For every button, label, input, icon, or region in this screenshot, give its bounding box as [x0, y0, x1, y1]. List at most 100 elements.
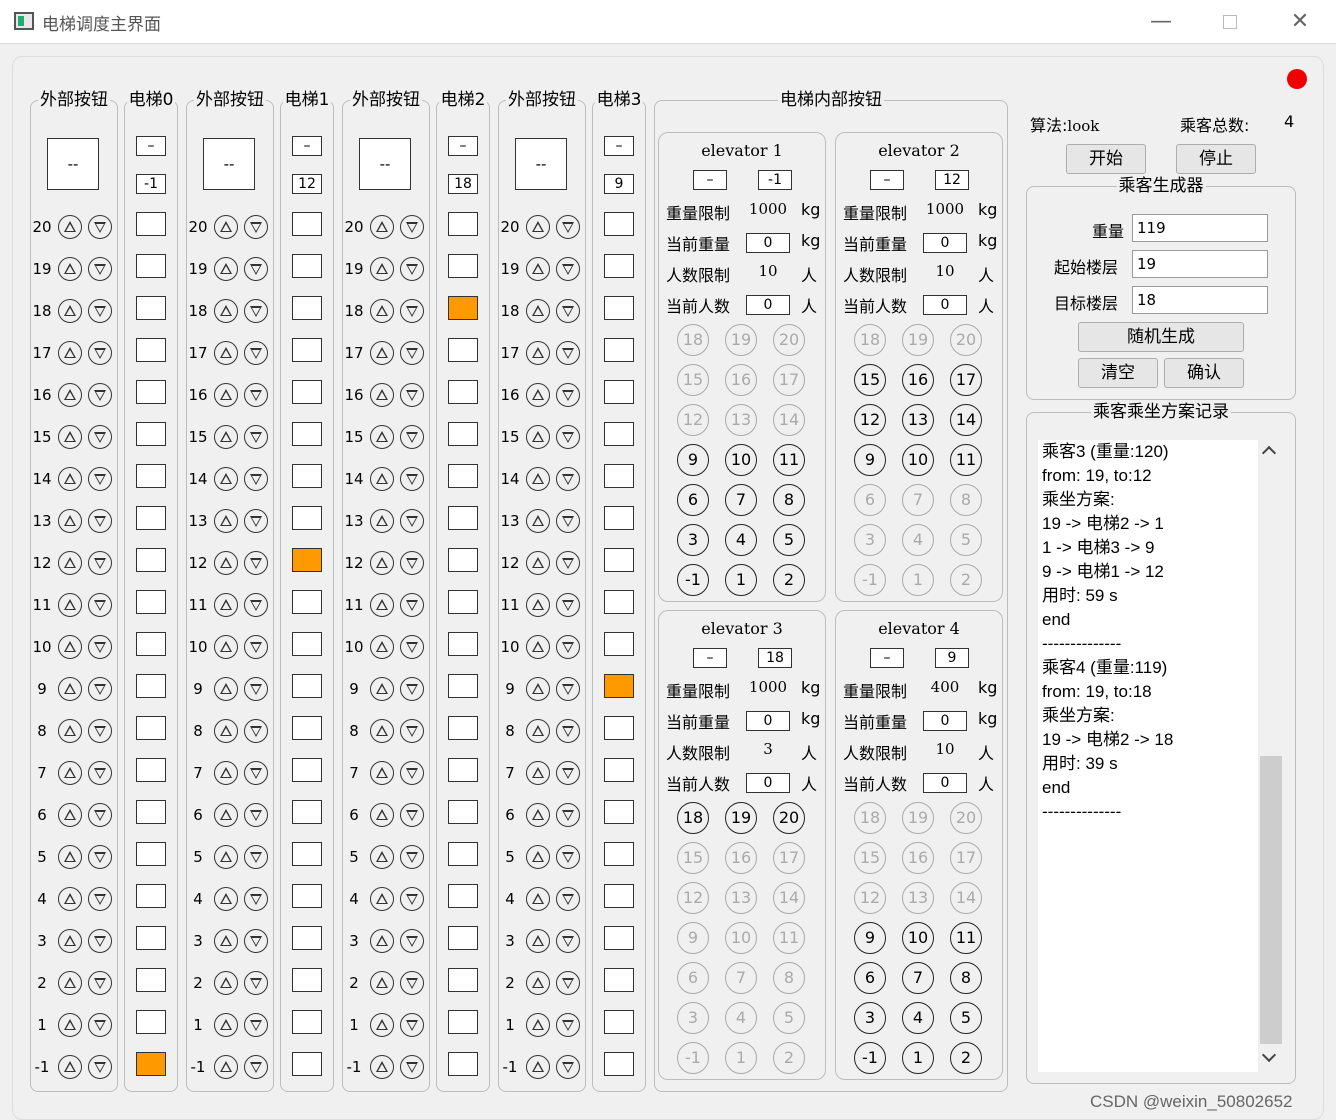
up-arrow-icon[interactable] [370, 383, 394, 407]
floor-button[interactable]: 6 [677, 484, 709, 516]
up-arrow-icon[interactable] [214, 341, 238, 365]
up-arrow-icon[interactable] [526, 383, 550, 407]
up-arrow-icon[interactable] [58, 425, 82, 449]
up-arrow-icon[interactable] [58, 1055, 82, 1079]
floor-button[interactable]: 4 [725, 524, 757, 556]
down-arrow-icon[interactable] [88, 383, 112, 407]
floor-button[interactable]: 2 [950, 1042, 982, 1074]
down-arrow-icon[interactable] [400, 971, 424, 995]
up-arrow-icon[interactable] [214, 1055, 238, 1079]
up-arrow-icon[interactable] [214, 929, 238, 953]
up-arrow-icon[interactable] [526, 761, 550, 785]
down-arrow-icon[interactable] [400, 551, 424, 575]
floor-button[interactable]: 4 [902, 1002, 934, 1034]
up-arrow-icon[interactable] [526, 635, 550, 659]
floor-button[interactable]: 11 [950, 444, 982, 476]
up-arrow-icon[interactable] [526, 845, 550, 869]
down-arrow-icon[interactable] [244, 761, 268, 785]
floor-button[interactable]: -1 [677, 564, 709, 596]
up-arrow-icon[interactable] [370, 1055, 394, 1079]
floor-button[interactable]: 6 [854, 962, 886, 994]
down-arrow-icon[interactable] [88, 299, 112, 323]
down-arrow-icon[interactable] [400, 383, 424, 407]
floor-button[interactable]: 8 [950, 962, 982, 994]
floor-button[interactable]: 7 [725, 484, 757, 516]
down-arrow-icon[interactable] [556, 1013, 580, 1037]
floor-button[interactable]: 9 [854, 922, 886, 954]
up-arrow-icon[interactable] [214, 887, 238, 911]
floor-button[interactable]: 14 [950, 404, 982, 436]
up-arrow-icon[interactable] [214, 845, 238, 869]
down-arrow-icon[interactable] [556, 719, 580, 743]
up-arrow-icon[interactable] [526, 257, 550, 281]
down-arrow-icon[interactable] [556, 803, 580, 827]
up-arrow-icon[interactable] [58, 845, 82, 869]
up-arrow-icon[interactable] [58, 383, 82, 407]
up-arrow-icon[interactable] [526, 677, 550, 701]
up-arrow-icon[interactable] [58, 677, 82, 701]
down-arrow-icon[interactable] [88, 845, 112, 869]
floor-button[interactable]: 8 [773, 484, 805, 516]
up-arrow-icon[interactable] [370, 341, 394, 365]
clear-button[interactable]: 清空 [1078, 358, 1158, 388]
up-arrow-icon[interactable] [214, 383, 238, 407]
up-arrow-icon[interactable] [214, 1013, 238, 1037]
down-arrow-icon[interactable] [244, 215, 268, 239]
down-arrow-icon[interactable] [400, 803, 424, 827]
up-arrow-icon[interactable] [58, 635, 82, 659]
down-arrow-icon[interactable] [556, 341, 580, 365]
down-arrow-icon[interactable] [244, 509, 268, 533]
up-arrow-icon[interactable] [526, 971, 550, 995]
down-arrow-icon[interactable] [400, 299, 424, 323]
down-arrow-icon[interactable] [88, 887, 112, 911]
stop-button[interactable]: 停止 [1176, 144, 1256, 174]
floor-button[interactable]: 7 [902, 962, 934, 994]
floor-button[interactable]: 15 [854, 364, 886, 396]
down-arrow-icon[interactable] [556, 761, 580, 785]
down-arrow-icon[interactable] [556, 1055, 580, 1079]
floor-button[interactable]: 18 [677, 802, 709, 834]
down-arrow-icon[interactable] [88, 677, 112, 701]
down-arrow-icon[interactable] [556, 383, 580, 407]
maximize-button[interactable] [1205, 4, 1255, 40]
up-arrow-icon[interactable] [526, 425, 550, 449]
floor-button[interactable]: 12 [854, 404, 886, 436]
down-arrow-icon[interactable] [244, 803, 268, 827]
down-arrow-icon[interactable] [244, 1055, 268, 1079]
floor-button[interactable]: 1 [725, 564, 757, 596]
floor-button[interactable]: 5 [950, 1002, 982, 1034]
confirm-button[interactable]: 确认 [1164, 358, 1244, 388]
up-arrow-icon[interactable] [370, 467, 394, 491]
down-arrow-icon[interactable] [88, 509, 112, 533]
down-arrow-icon[interactable] [244, 257, 268, 281]
down-arrow-icon[interactable] [400, 761, 424, 785]
up-arrow-icon[interactable] [58, 215, 82, 239]
down-arrow-icon[interactable] [244, 971, 268, 995]
down-arrow-icon[interactable] [400, 467, 424, 491]
up-arrow-icon[interactable] [370, 1013, 394, 1037]
up-arrow-icon[interactable] [214, 761, 238, 785]
down-arrow-icon[interactable] [400, 593, 424, 617]
up-arrow-icon[interactable] [370, 719, 394, 743]
up-arrow-icon[interactable] [370, 971, 394, 995]
up-arrow-icon[interactable] [214, 509, 238, 533]
up-arrow-icon[interactable] [526, 467, 550, 491]
up-arrow-icon[interactable] [526, 887, 550, 911]
down-arrow-icon[interactable] [400, 677, 424, 701]
up-arrow-icon[interactable] [526, 341, 550, 365]
down-arrow-icon[interactable] [556, 257, 580, 281]
down-arrow-icon[interactable] [400, 425, 424, 449]
up-arrow-icon[interactable] [214, 425, 238, 449]
down-arrow-icon[interactable] [244, 425, 268, 449]
down-arrow-icon[interactable] [556, 215, 580, 239]
up-arrow-icon[interactable] [214, 635, 238, 659]
down-arrow-icon[interactable] [88, 593, 112, 617]
floor-button[interactable]: 5 [773, 524, 805, 556]
down-arrow-icon[interactable] [88, 761, 112, 785]
down-arrow-icon[interactable] [400, 1013, 424, 1037]
down-arrow-icon[interactable] [556, 887, 580, 911]
down-arrow-icon[interactable] [88, 1055, 112, 1079]
down-arrow-icon[interactable] [556, 299, 580, 323]
up-arrow-icon[interactable] [370, 803, 394, 827]
down-arrow-icon[interactable] [88, 719, 112, 743]
